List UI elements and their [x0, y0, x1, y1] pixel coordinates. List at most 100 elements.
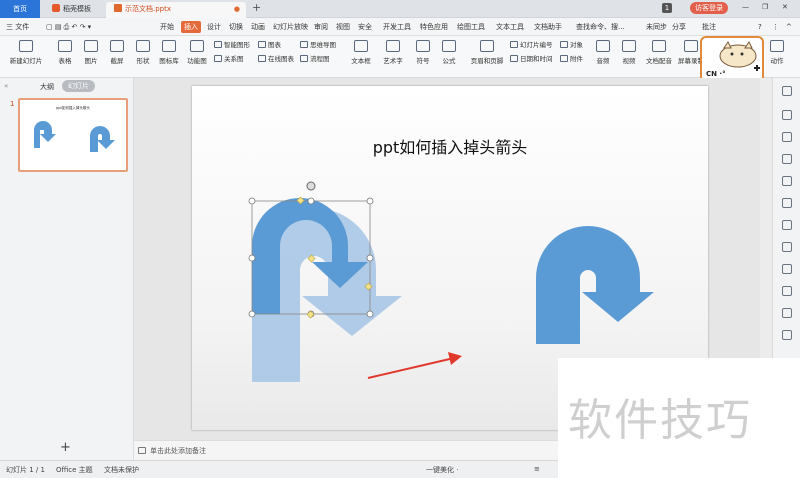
menu-tab-security[interactable]: 安全	[358, 21, 372, 33]
smart-graphic-icon	[214, 41, 222, 48]
textbox-button[interactable]: 文本框	[348, 40, 374, 65]
shape-button[interactable]: 形状	[132, 40, 154, 65]
attachment-label: 附件	[570, 55, 583, 63]
protect-status[interactable]: 文档未保护	[104, 465, 139, 475]
icon-library-label: 图标库	[159, 57, 179, 65]
watermark-panel: 软件技巧	[558, 358, 800, 478]
menu-tab-doc-assistant[interactable]: 文档助手	[534, 21, 562, 33]
menu-tab-text-tools[interactable]: 文本工具	[496, 21, 524, 33]
animation-icon[interactable]	[782, 176, 792, 186]
select-icon[interactable]	[782, 86, 792, 96]
tab-document[interactable]: 示范文档.pptx ●	[106, 2, 246, 18]
picture-button[interactable]: 图片	[80, 40, 102, 65]
minimize-button[interactable]: —	[742, 3, 749, 11]
datetime-label: 日期和时间	[520, 55, 553, 63]
beautify-button[interactable]: 一键美化 ·	[426, 465, 458, 475]
menu-tab-home[interactable]: 开始	[160, 21, 174, 33]
doc-audio-button[interactable]: 文档配音	[644, 40, 674, 65]
new-slide-button[interactable]: 新建幻灯片	[6, 40, 46, 65]
menu-tab-drawing-tools[interactable]: 绘图工具	[457, 21, 485, 33]
speaker-icon	[596, 40, 610, 52]
layout-icon[interactable]	[782, 220, 792, 230]
comment-button[interactable]: 批注	[702, 21, 716, 33]
slide-number-button[interactable]: 幻灯片编号	[510, 40, 553, 50]
sound-icon[interactable]	[782, 330, 792, 340]
menu-tab-transition[interactable]: 切换	[229, 21, 243, 33]
quick-access-icons[interactable]: ▢ ▤ ⎙ ↶ ↷ ▾	[46, 21, 91, 33]
action-label: 动作	[770, 57, 784, 65]
shape-icon[interactable]	[782, 132, 792, 142]
command-search[interactable]: 查找命令、搜...	[576, 21, 625, 33]
art-text-label: 艺术字	[383, 57, 403, 65]
menu-tab-slideshow[interactable]: 幻灯片放映	[273, 21, 308, 33]
share-button[interactable]: 分享	[672, 21, 686, 33]
mind-map-button[interactable]: 思维导图	[300, 40, 336, 50]
video-button[interactable]: 视频	[618, 40, 640, 65]
tab-template[interactable]: 稻壳模板	[44, 2, 104, 18]
uturn-arrow-final	[536, 226, 654, 344]
help-icon[interactable]: ?	[758, 21, 762, 33]
add-slide-button[interactable]: +	[60, 440, 71, 455]
datetime-button[interactable]: 日期和时间	[510, 54, 553, 64]
notes-icon	[138, 447, 146, 454]
insert-ribbon: 新建幻灯片 表格 图片 截屏 形状 图标库 功能图 智能图形 关系图 图表 在线…	[0, 36, 800, 78]
menu-tab-animation[interactable]: 动画	[251, 21, 265, 33]
menu-tab-review[interactable]: 审阅	[314, 21, 328, 33]
icon-library-button[interactable]: 图标库	[158, 40, 180, 65]
tab-home[interactable]: 首页	[0, 0, 40, 18]
pi-icon	[442, 40, 456, 52]
table-button[interactable]: 表格	[54, 40, 76, 65]
chart-button[interactable]: 图表	[258, 40, 281, 50]
style-icon[interactable]	[782, 154, 792, 164]
mascot-badge[interactable]: CN ·°	[700, 36, 764, 84]
slide-thumbnail[interactable]: ppt如何插入掉头箭头	[18, 98, 128, 172]
screenshot-button[interactable]: 截屏	[106, 40, 128, 65]
audio-button[interactable]: 音频	[592, 40, 614, 65]
relation-graph-button[interactable]: 关系图	[214, 54, 244, 64]
slide-count: 幻灯片 1 / 1	[6, 466, 45, 474]
close-button[interactable]: ✕	[782, 3, 788, 11]
slide-number-label: 幻灯片编号	[520, 41, 553, 49]
collapse-panel-icon[interactable]: «	[4, 82, 8, 90]
smart-graphic-button[interactable]: 智能图形	[214, 40, 250, 50]
table-tool-icon[interactable]	[782, 286, 792, 296]
header-footer-button[interactable]: 页眉和页脚	[468, 40, 506, 65]
window-count-badge[interactable]: 1	[662, 3, 672, 13]
maximize-button[interactable]: ❐	[762, 3, 768, 11]
object-button[interactable]: 对象	[560, 40, 583, 50]
theme-name[interactable]: Office 主题	[56, 465, 93, 475]
menu-tab-insert[interactable]: 插入	[181, 21, 201, 33]
scissors-icon	[110, 40, 124, 52]
art-text-button[interactable]: 艺术字	[380, 40, 406, 65]
red-pointer-arrow	[367, 357, 455, 379]
attachment-button[interactable]: 附件	[560, 54, 583, 64]
comment-tool-icon[interactable]	[782, 264, 792, 274]
transition-icon[interactable]	[782, 242, 792, 252]
file-menu[interactable]: 三 文件	[6, 21, 29, 33]
more-icon[interactable]: ⋮	[772, 21, 779, 33]
collapse-ribbon-icon[interactable]: ^	[786, 21, 792, 33]
add-tab-button[interactable]: +	[252, 1, 261, 14]
menu-tab-design[interactable]: 设计	[207, 21, 221, 33]
new-slide-label: 新建幻灯片	[9, 57, 43, 65]
online-chart-button[interactable]: 在线图表	[258, 54, 294, 64]
slides-tab[interactable]: 幻灯片	[62, 80, 95, 92]
menu-tab-features[interactable]: 特色应用	[420, 21, 448, 33]
slide-tool-icon[interactable]	[782, 308, 792, 318]
docer-logo-icon	[52, 4, 60, 12]
outline-tab[interactable]: 大纲	[40, 82, 54, 92]
relation-graph-label: 关系图	[224, 55, 244, 63]
menu-tab-view[interactable]: 视图	[336, 21, 350, 33]
function-chart-button[interactable]: 功能图	[184, 40, 210, 65]
sync-status[interactable]: 未同步	[646, 21, 667, 33]
guest-login-button[interactable]: 访客登录	[690, 2, 728, 14]
slide-thumbnail-panel: « 大纲 幻灯片 1 ppt如何插入掉头箭头 +	[0, 78, 134, 460]
action-button[interactable]: 动作	[766, 40, 788, 65]
chart-tool-icon[interactable]	[782, 198, 792, 208]
copy-icon[interactable]	[782, 110, 792, 120]
formula-button[interactable]: 公式	[438, 40, 460, 65]
notes-toggle-icon[interactable]: ≡	[534, 465, 540, 473]
menu-tab-developer[interactable]: 开发工具	[383, 21, 411, 33]
symbol-button[interactable]: 符号	[412, 40, 434, 65]
flowchart-button[interactable]: 流程图	[300, 54, 330, 64]
